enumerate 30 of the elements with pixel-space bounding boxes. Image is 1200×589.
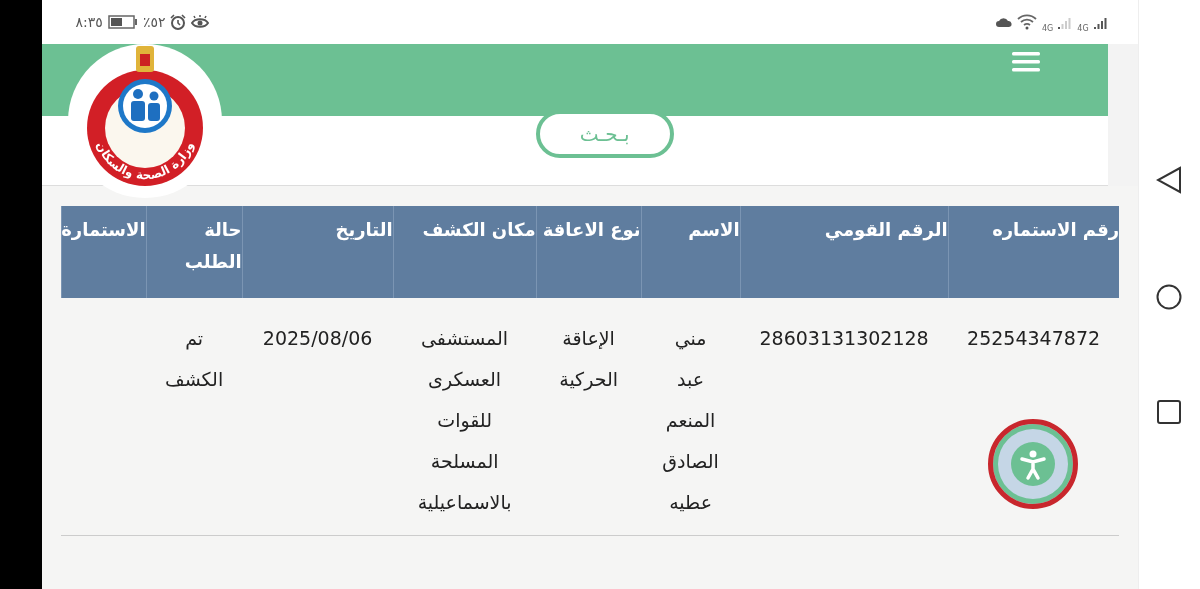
column-header: رقم الاستماره <box>948 206 1120 298</box>
table-cell-text: مني عبد المنعم الصادق عطيه <box>662 326 719 515</box>
network-label: 4G <box>1077 23 1089 33</box>
cloud-icon <box>996 17 1012 27</box>
eye-icon <box>191 15 210 29</box>
table-cell-text: 25254347872 <box>967 326 1101 351</box>
wifi-icon <box>1017 14 1037 30</box>
column-header: الاسم <box>641 206 741 298</box>
column-header: الرقم القومي <box>740 206 949 298</box>
column-header: التاريخ <box>242 206 394 298</box>
table-cell-text: الإعاقة الحركية <box>559 326 618 393</box>
signal-icon <box>1058 15 1073 29</box>
recents-icon[interactable] <box>1157 399 1182 424</box>
column-header: حالة الطلب <box>146 206 243 298</box>
table-cell-text: تم الكشف <box>165 326 224 392</box>
column-header: مكان الكشف <box>393 206 537 298</box>
battery-percent: ٪٥٢ <box>142 14 166 30</box>
home-icon[interactable] <box>1156 283 1183 310</box>
back-icon[interactable] <box>1156 165 1183 194</box>
status-time: ٨:٣٥ <box>75 14 103 30</box>
table-cell-text: 28603131302128 <box>759 326 929 351</box>
battery-icon <box>107 15 138 29</box>
table-cell-text: المستشفى العسكرى للقوات المسلحة بالاسماعيلية <box>417 326 512 515</box>
network-label: 4G <box>1042 23 1054 33</box>
column-header: الاستمارة <box>61 206 147 298</box>
signal-icon <box>1093 15 1108 29</box>
alarm-icon <box>170 14 187 30</box>
column-header: نوع الاعاقة <box>536 206 642 298</box>
accessibility-icon <box>1010 442 1055 486</box>
table-cell-text: 2025/08/06 <box>262 326 373 351</box>
